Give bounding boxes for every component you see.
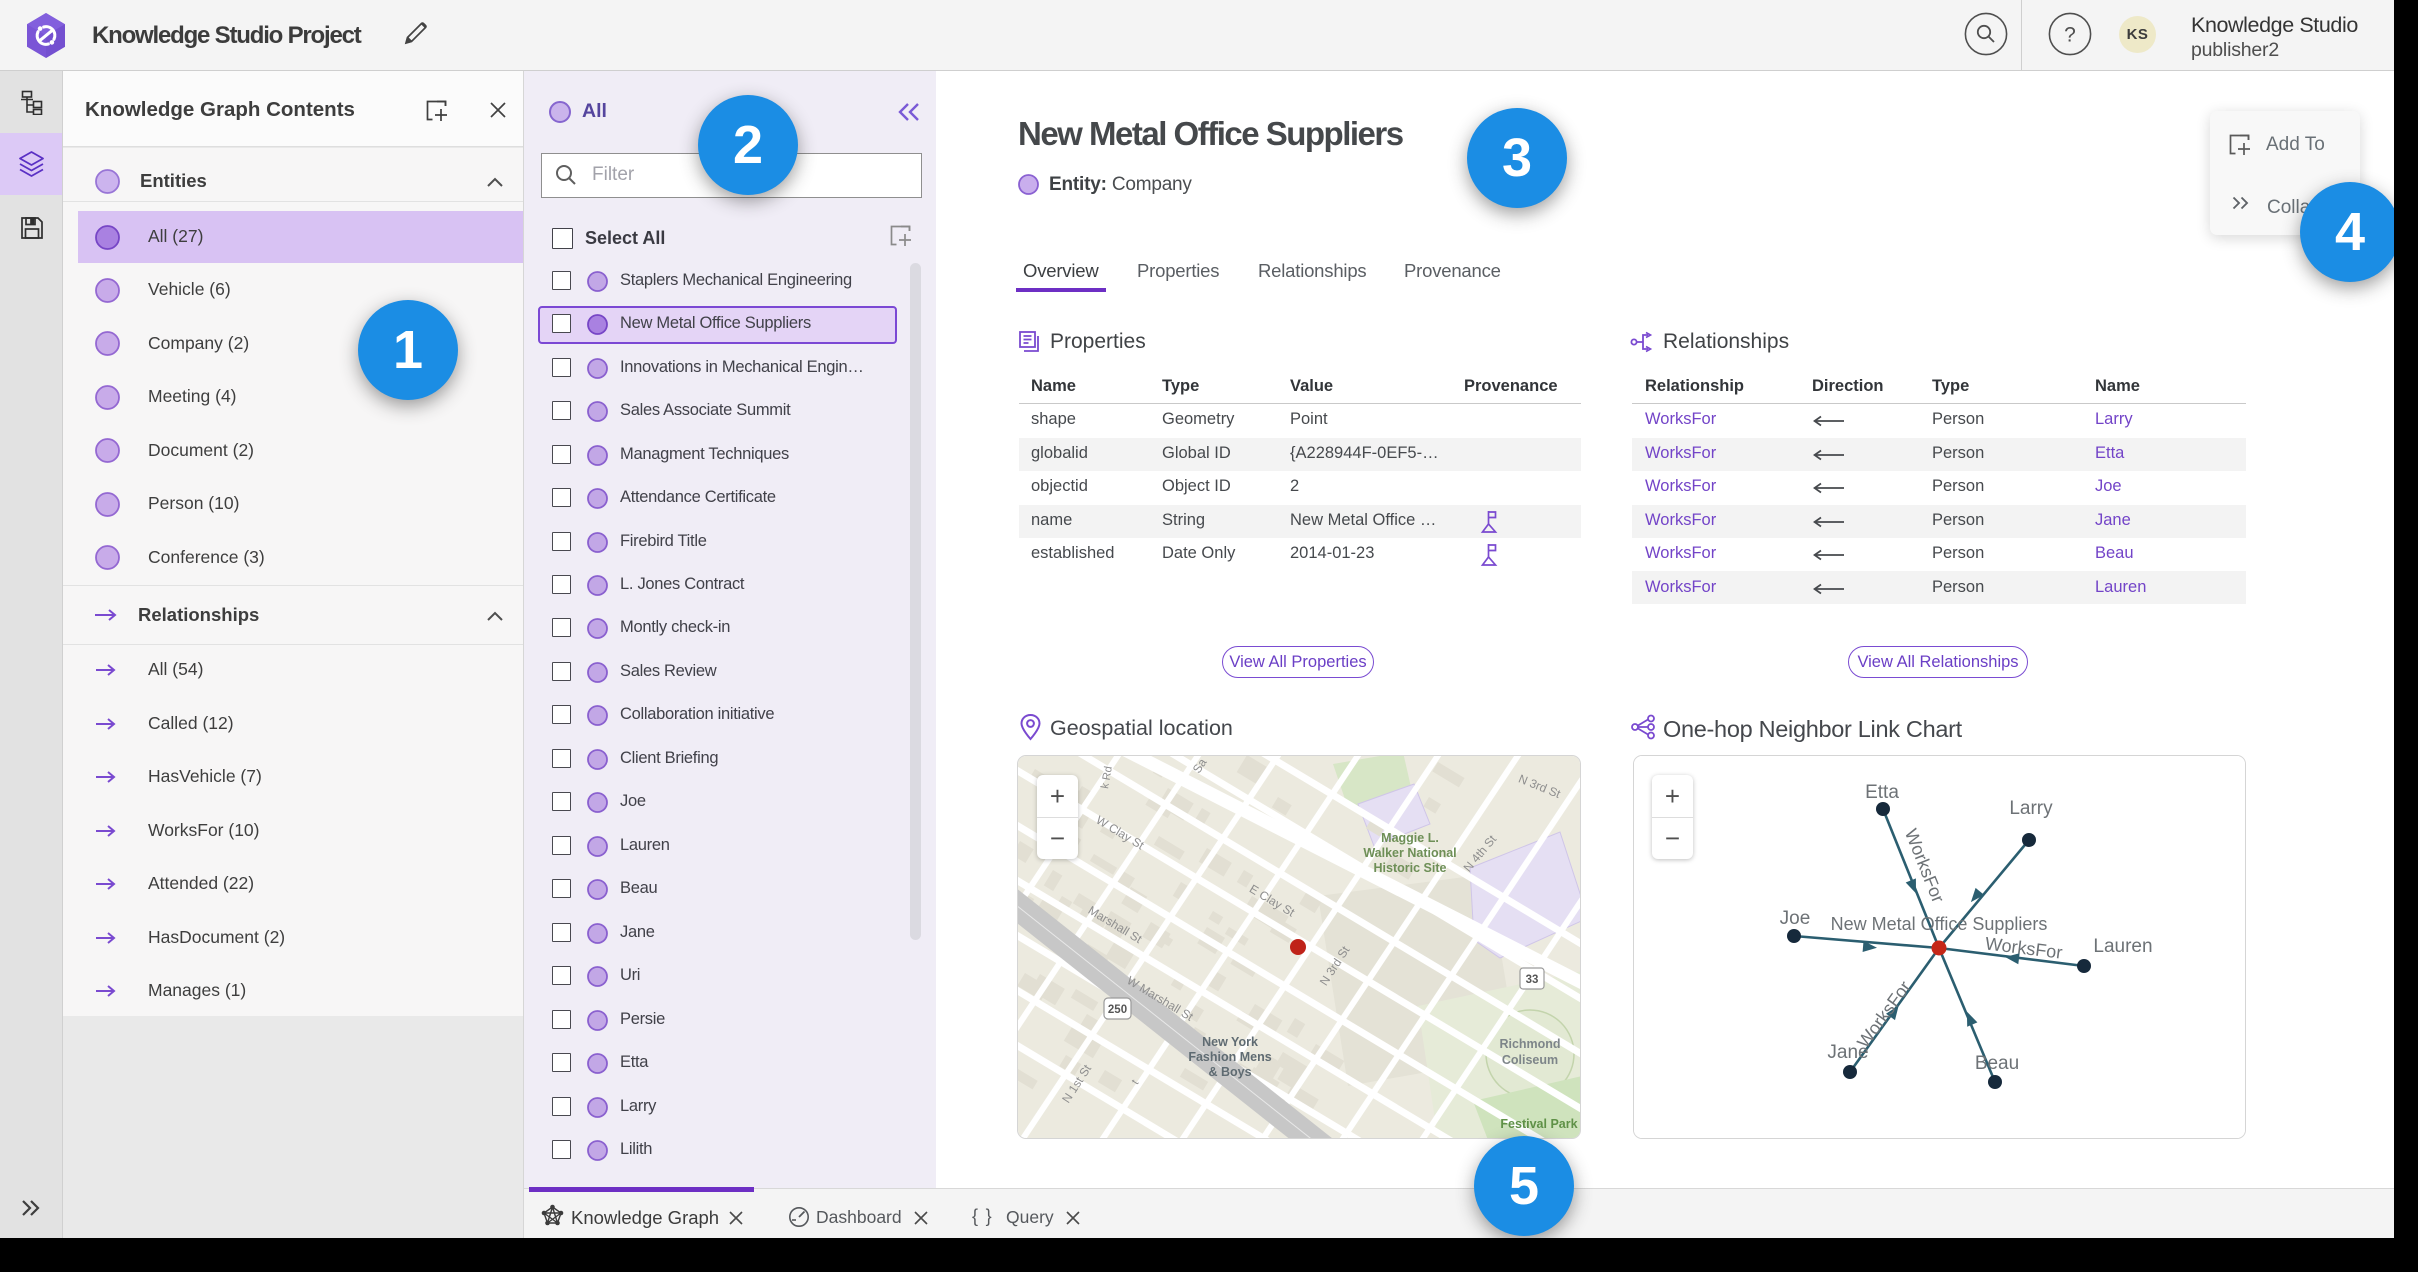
svg-text:Coliseum: Coliseum (1502, 1053, 1558, 1067)
svg-text:New York: New York (1202, 1035, 1258, 1049)
svg-text:Walker National: Walker National (1363, 846, 1456, 860)
svg-text:Lauren: Lauren (2093, 936, 2152, 957)
svg-text:Beau: Beau (1975, 1053, 2019, 1074)
svg-text:?: ? (2064, 24, 2076, 47)
svg-text:Joe: Joe (1780, 908, 1811, 929)
svg-text:Fashion Mens: Fashion Mens (1188, 1050, 1271, 1064)
svg-text:New Metal Office Suppliers: New Metal Office Suppliers (1831, 914, 2048, 934)
svg-text:& Boys: & Boys (1208, 1065, 1251, 1079)
svg-text:Larry: Larry (2009, 798, 2053, 819)
svg-text:Richmond: Richmond (1499, 1037, 1560, 1051)
svg-text:Historic Site: Historic Site (1374, 861, 1447, 875)
svg-text:Festival Park: Festival Park (1500, 1117, 1577, 1131)
svg-text:33: 33 (1526, 974, 1539, 986)
svg-text:Maggie L.: Maggie L. (1381, 831, 1439, 845)
svg-text:250: 250 (1108, 1004, 1127, 1016)
svg-text:Etta: Etta (1865, 782, 1899, 803)
